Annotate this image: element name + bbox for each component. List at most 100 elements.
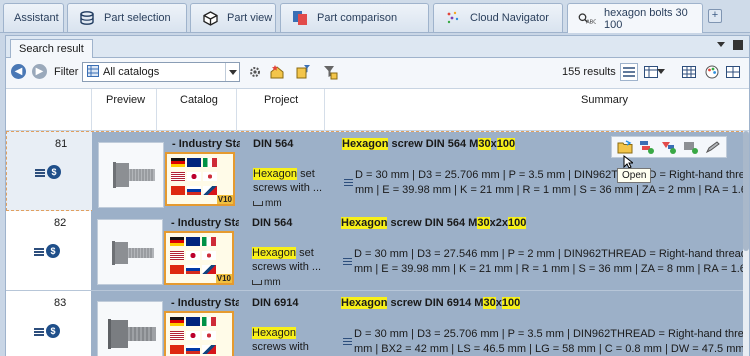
sum-highlight: 30 bbox=[478, 138, 491, 150]
export-cad-icon[interactable] bbox=[682, 139, 700, 155]
mouse-pointer-icon bbox=[623, 154, 635, 169]
price-dollar-icon[interactable]: $ bbox=[46, 324, 60, 338]
sum-text: screw DIN 564 M bbox=[388, 138, 479, 150]
toolbar: ◀ ▶ Filter All catalogs 155 results bbox=[6, 58, 749, 86]
favorites-house-icon[interactable] bbox=[269, 64, 285, 80]
summary-title[interactable]: Hexagon screw DIN 564 M30x100 bbox=[342, 138, 516, 150]
unit-mm: mm bbox=[252, 277, 281, 288]
list-lines-icon[interactable] bbox=[34, 248, 44, 256]
project-description: Hexagon set screws with ... bbox=[252, 246, 328, 274]
unit-icon bbox=[253, 201, 263, 206]
sum-text: x2x bbox=[489, 217, 508, 229]
usa-flag-icon bbox=[170, 251, 184, 260]
add-to-comparison-icon[interactable] bbox=[638, 139, 656, 155]
panel-header: Search result bbox=[6, 36, 749, 58]
vertical-scrollbar[interactable] bbox=[743, 131, 749, 356]
table-view-button[interactable] bbox=[680, 63, 698, 81]
sum-highlight: 100 bbox=[507, 217, 527, 229]
summary-attributes: D = 30 mm | D3 = 25.706 mm | P = 3.5 mm … bbox=[354, 327, 749, 356]
price-dollar-icon[interactable]: $ bbox=[47, 165, 61, 179]
part-preview-image[interactable] bbox=[97, 219, 163, 285]
catalog-grid-icon bbox=[87, 64, 99, 80]
sum-text: screw DIN 6914 M bbox=[387, 297, 484, 309]
header-catalog[interactable]: Catalog bbox=[180, 94, 218, 106]
project-title: DIN 564 bbox=[253, 138, 294, 150]
summary-title[interactable]: Hexagon screw DIN 564 M30x2x100 bbox=[341, 217, 527, 229]
uk-flag-icon bbox=[187, 158, 201, 167]
unit-label: mm bbox=[265, 198, 282, 209]
row-number: 83 bbox=[54, 297, 67, 309]
project-title: DIN 564 bbox=[252, 217, 293, 229]
summary-attributes: D = 30 mm | D3 = 25.706 mm | P = 3.5 mm … bbox=[355, 168, 749, 198]
summary-lines-icon[interactable] bbox=[344, 179, 353, 186]
tab-label: Part view bbox=[227, 12, 273, 24]
tab-part-view[interactable]: Part view bbox=[190, 3, 276, 32]
project-description: Hexagon screws with large w... bbox=[252, 326, 328, 356]
korea-flag-icon bbox=[203, 172, 217, 181]
tab-label: Cloud Navigator bbox=[470, 12, 549, 24]
catalog-filter-icon[interactable] bbox=[295, 64, 311, 80]
tab-part-selection[interactable]: Part selection bbox=[67, 3, 187, 32]
uk-flag-icon bbox=[186, 237, 200, 246]
tab-assistant[interactable]: Assistant bbox=[3, 3, 64, 32]
summary-lines-icon[interactable] bbox=[343, 338, 352, 345]
desc-highlight: Hexagon bbox=[252, 247, 297, 259]
table-row[interactable]: 82 $ - Industry Star V10 DIN 564 Hexagon… bbox=[6, 211, 749, 291]
settings-gear-icon[interactable] bbox=[247, 64, 263, 80]
scroll-thumb[interactable] bbox=[743, 131, 749, 251]
usa-flag-icon bbox=[170, 331, 184, 340]
add-to-assembly-icon[interactable] bbox=[660, 139, 678, 155]
list-lines-icon[interactable] bbox=[34, 328, 44, 336]
tab-part-comparison[interactable]: Part comparison bbox=[280, 3, 429, 32]
tab-label: hexagon bolts 30 100 bbox=[604, 6, 688, 31]
cube-icon bbox=[201, 10, 219, 26]
tab-cloud-navigator[interactable]: Cloud Navigator bbox=[433, 3, 563, 32]
header-project[interactable]: Project bbox=[264, 94, 298, 106]
czech-flag-icon bbox=[202, 345, 216, 354]
china-flag-icon bbox=[170, 265, 184, 274]
sum-highlight: 100 bbox=[496, 138, 516, 150]
forward-button[interactable]: ▶ bbox=[32, 64, 47, 79]
summary-lines-icon[interactable] bbox=[343, 258, 352, 265]
pencil-edit-icon[interactable] bbox=[704, 139, 722, 155]
catalog-flags[interactable]: V10 bbox=[164, 231, 234, 285]
panel-close-icon[interactable] bbox=[733, 40, 743, 50]
add-tab-button[interactable]: + bbox=[708, 9, 722, 23]
version-badge: V10 bbox=[215, 274, 232, 283]
unit-label: mm bbox=[264, 277, 281, 288]
list-lines-icon[interactable] bbox=[35, 169, 45, 177]
table-row[interactable]: 83 $ - Industry Star DIN 6914 Hexagon sc… bbox=[6, 291, 749, 356]
part-preview-image[interactable] bbox=[97, 301, 163, 356]
search-result-panel: Search result ◀ ▶ Filter All catalogs 15… bbox=[5, 35, 750, 356]
tab-label: Part comparison bbox=[317, 12, 398, 24]
catalog-flags[interactable]: V10 bbox=[165, 152, 235, 206]
color-palette-icon[interactable] bbox=[703, 63, 721, 81]
filter-funnel-icon[interactable] bbox=[322, 64, 338, 80]
grid-view-button[interactable] bbox=[724, 63, 742, 81]
attr-line-2: mm | E = 39.98 mm | K = 21 mm | R = 1 mm… bbox=[355, 184, 749, 196]
results-count: 155 results bbox=[562, 66, 616, 78]
chevron-down-icon[interactable] bbox=[225, 63, 239, 81]
desc-highlight: Hexagon bbox=[252, 327, 297, 339]
filter-select[interactable]: All catalogs bbox=[82, 62, 240, 82]
view-dropdown-icon[interactable] bbox=[656, 63, 666, 81]
header-summary[interactable]: Summary bbox=[581, 94, 628, 106]
compare-icon bbox=[291, 10, 309, 26]
germany-flag-icon bbox=[170, 237, 184, 246]
cloud-dots-icon bbox=[444, 10, 462, 26]
database-icon bbox=[78, 10, 96, 26]
header-preview[interactable]: Preview bbox=[106, 94, 145, 106]
catalog-flags[interactable] bbox=[164, 311, 234, 356]
russia-flag-icon bbox=[186, 345, 200, 354]
italy-flag-icon bbox=[202, 317, 216, 326]
panel-dropdown-icon[interactable] bbox=[717, 42, 725, 47]
price-dollar-icon[interactable]: $ bbox=[46, 244, 60, 258]
tab-search-hexagon-bolts[interactable]: ABC hexagon bolts 30 100 bbox=[567, 3, 703, 33]
summary-title[interactable]: Hexagon screw DIN 6914 M30x100 bbox=[341, 297, 521, 309]
back-button[interactable]: ◀ bbox=[11, 64, 26, 79]
open-folder-icon[interactable] bbox=[616, 139, 634, 155]
search-result-tab[interactable]: Search result bbox=[10, 39, 93, 58]
row-number: 81 bbox=[55, 138, 68, 150]
list-view-button[interactable] bbox=[620, 63, 638, 81]
part-preview-image[interactable] bbox=[98, 142, 164, 208]
